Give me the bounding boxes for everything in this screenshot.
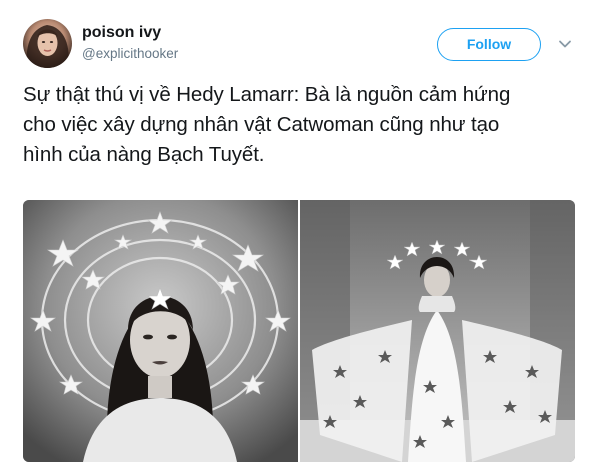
- chevron-down-icon[interactable]: [557, 36, 573, 52]
- photo-full-length[interactable]: [300, 200, 575, 462]
- tweet-text-line: hình của nàng Bạch Tuyết.: [23, 143, 265, 166]
- photo-portrait-image: [23, 200, 298, 462]
- avatar-image: [26, 25, 69, 68]
- tweet-media: [23, 200, 575, 462]
- tweet-header: poison ivy @explicithooker Follow: [0, 0, 600, 80]
- tweet-text: Sự thật thú vị về Hedy Lamarr: Bà là ngu…: [23, 80, 583, 170]
- avatar[interactable]: [23, 19, 72, 68]
- photo-portrait[interactable]: [23, 200, 298, 462]
- display-name[interactable]: poison ivy: [82, 24, 161, 42]
- photo-full-length-image: [300, 200, 575, 462]
- tweet-text-line: Sự thật thú vị về Hedy Lamarr: Bà là ngu…: [23, 83, 511, 106]
- user-handle[interactable]: @explicithooker: [82, 46, 178, 61]
- tweet-text-line: cho việc xây dựng nhân vật Catwoman cũng…: [23, 113, 500, 136]
- follow-button[interactable]: Follow: [437, 28, 541, 61]
